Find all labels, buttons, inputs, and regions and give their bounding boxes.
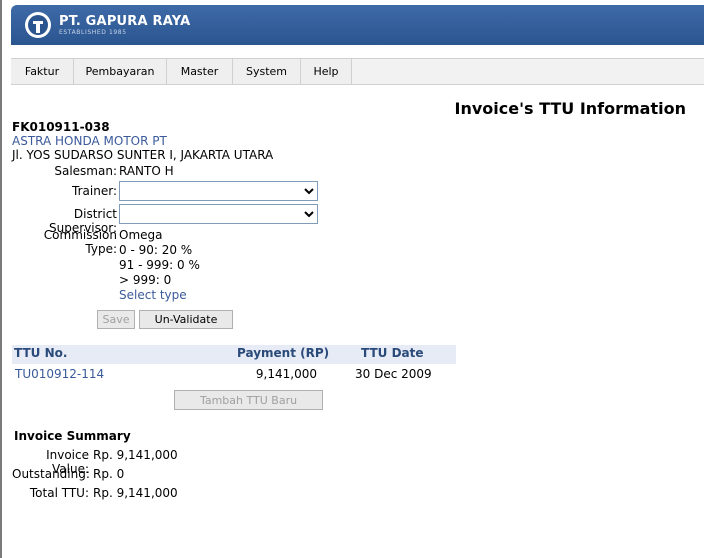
trainer-select[interactable] <box>119 181 318 201</box>
ttu-payment: 9,141,000 <box>255 367 317 381</box>
ttu-number-link[interactable]: TU010912-114 <box>15 367 104 381</box>
commission-rule: 0 - 90: 20 % <box>119 243 193 257</box>
menu-pembayaran[interactable]: Pembayaran <box>74 59 167 84</box>
outstanding-value: Rp. 0 <box>93 467 125 481</box>
district-supervisor-select[interactable] <box>119 204 318 224</box>
app-header: PT. GAPURA RAYA ESTABLISHED 1985 <box>11 5 704 45</box>
salesman-label: Salesman: <box>54 164 117 178</box>
commission-type-value: Omega <box>119 228 163 242</box>
trainer-label: Trainer: <box>72 184 117 198</box>
page-title: Invoice's TTU Information <box>454 99 686 118</box>
save-button[interactable]: Save <box>97 310 135 329</box>
payment-header: Payment (RP) <box>237 346 330 360</box>
gapura-logo-icon <box>25 12 51 38</box>
brand-name: PT. GAPURA RAYA <box>59 14 191 29</box>
commission-rule: 91 - 999: 0 % <box>119 258 200 272</box>
total-ttu-value: Rp. 9,141,000 <box>93 486 178 500</box>
menu-system[interactable]: System <box>233 59 301 84</box>
commission-type-label: Commission Type: <box>43 228 117 256</box>
ttu-table-header: TTU No. Payment (RP) TTU Date <box>12 345 456 364</box>
menu-faktur[interactable]: Faktur <box>11 59 74 84</box>
ttu-date: 30 Dec 2009 <box>355 367 432 381</box>
menu-master[interactable]: Master <box>167 59 233 84</box>
total-ttu-label: Total TTU: <box>29 486 89 500</box>
select-type-link[interactable]: Select type <box>119 288 187 302</box>
main-menu: Faktur Pembayaran Master System Help <box>11 58 704 85</box>
menu-help[interactable]: Help <box>301 59 352 84</box>
window-left-border <box>0 0 2 558</box>
ttu-no-header: TTU No. <box>14 346 68 360</box>
brand-tagline: ESTABLISHED 1985 <box>59 29 127 36</box>
customer-address: Jl. YOS SUDARSO SUNTER I, JAKARTA UTARA <box>12 148 274 162</box>
outstanding-label: Outstanding: <box>12 467 90 481</box>
add-ttu-button[interactable]: Tambah TTU Baru <box>174 390 323 410</box>
commission-rule: > 999: 0 <box>119 273 172 287</box>
unvalidate-button[interactable]: Un-Validate <box>139 310 233 329</box>
summary-title: Invoice Summary <box>14 429 131 443</box>
invoice-number: FK010911-038 <box>12 120 110 134</box>
invoice-value: Rp. 9,141,000 <box>93 448 178 462</box>
ttu-date-header: TTU Date <box>361 346 424 360</box>
customer-name: ASTRA HONDA MOTOR PT <box>12 134 167 148</box>
salesman-value: RANTO H <box>119 164 174 178</box>
